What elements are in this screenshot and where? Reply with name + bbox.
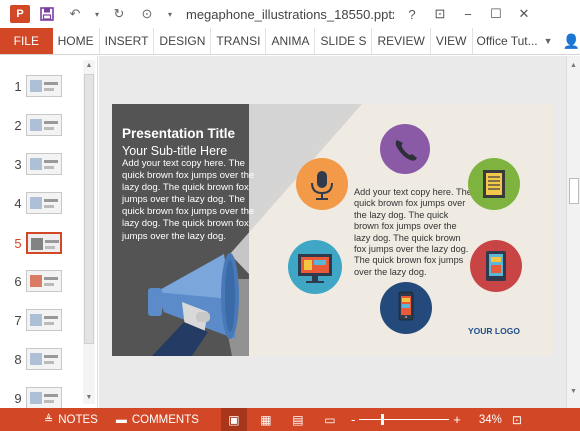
tab-insert[interactable]: INSERT (100, 28, 155, 54)
thumbnail-image (26, 192, 62, 214)
present-icon[interactable]: ⊙ (136, 3, 158, 25)
thumbnail-number: 4 (14, 196, 22, 211)
logo-text: YOUR LOGO (468, 326, 520, 336)
minimize-icon[interactable]: − (454, 0, 482, 28)
thumbnail-8[interactable]: 8 (0, 348, 84, 372)
thumbnail-number: 1 (14, 79, 22, 94)
tab-slide-show[interactable]: SLIDE S (315, 28, 373, 54)
zoom-level[interactable]: 34% (479, 414, 502, 426)
thumbnail-image (26, 387, 62, 408)
undo-icon[interactable]: ↶ (64, 3, 86, 25)
title-bar: P ↶ ▾ ↻ ⊙ ▾ megaphone_illustrations_1855… (0, 0, 580, 28)
scroll-up-icon[interactable]: ▲ (83, 60, 95, 72)
thumbnail-number: 2 (14, 118, 22, 133)
powerpoint-icon[interactable]: P (10, 5, 30, 23)
help-icon[interactable]: ? (398, 0, 426, 28)
thumbnail-2[interactable]: 2 (0, 114, 84, 138)
thumbnail-number: 6 (14, 274, 22, 289)
thumbnail-image (26, 348, 62, 370)
thumbnail-number: 5 (14, 236, 22, 251)
fit-slide-icon[interactable]: ⊡ (512, 413, 522, 427)
save-icon[interactable] (36, 3, 58, 25)
comments-button[interactable]: ▬ COMMENTS (116, 414, 199, 426)
normal-view-icon[interactable]: ▣ (220, 408, 247, 431)
customize-toolbar-icon[interactable]: ▾ (164, 3, 176, 25)
tab-home[interactable]: HOME (53, 28, 100, 54)
undo-dropdown-icon[interactable]: ▾ (92, 3, 102, 25)
thumbnail-9[interactable]: 9 (0, 387, 84, 408)
account-menu[interactable]: Office Tut... ▼ 👤 (477, 28, 580, 54)
canvas-scrollbar[interactable]: ▲ ▼ (566, 56, 580, 408)
restore-ribbon-icon[interactable]: ⊡ (426, 0, 454, 28)
zoom-slider-thumb[interactable] (381, 414, 385, 425)
document-title: megaphone_illustrations_18550.pptx - Pow… (186, 6, 394, 22)
tab-transitions[interactable]: TRANSI (211, 28, 267, 54)
scrollbar-thumb[interactable] (84, 74, 94, 344)
thumbnail-image (26, 232, 62, 254)
thumbnail-7[interactable]: 7 (0, 309, 84, 333)
thumbnail-scrollbar[interactable]: ▲ ▼ (83, 60, 95, 404)
ribbon-tabs: FILE HOME INSERT DESIGN TRANSI ANIMA SLI… (0, 28, 580, 55)
tab-design[interactable]: DESIGN (154, 28, 212, 54)
close-icon[interactable]: ✕ (510, 0, 538, 28)
zoom-out-button[interactable]: - (351, 412, 355, 427)
comment-icon: ▬ (115, 413, 127, 426)
current-slide[interactable]: Presentation Title Your Sub-title Here A… (112, 104, 554, 356)
maximize-icon[interactable]: ☐ (482, 0, 510, 28)
tab-view[interactable]: VIEW (431, 28, 473, 54)
account-name: Office Tut... (476, 34, 538, 48)
thumbnail-number: 7 (14, 313, 22, 328)
thumbnail-image (26, 309, 62, 331)
scroll-down-icon[interactable]: ▼ (83, 392, 95, 404)
thumbnail-number: 9 (14, 391, 22, 406)
notes-label: NOTES (58, 413, 98, 426)
zoom-in-button[interactable]: + (453, 412, 461, 427)
slide-thumbnail-pane: 1 2 3 4 5 6 7 8 9 ▲ ▼ (0, 56, 98, 408)
thumbnail-4[interactable]: 4 (0, 192, 84, 216)
thumbnail-image (26, 270, 62, 292)
megaphone-illustration (148, 253, 239, 356)
thumbnail-number: 3 (14, 157, 22, 172)
tab-animations[interactable]: ANIMA (266, 28, 316, 54)
thumbnail-1[interactable]: 1 (0, 75, 84, 99)
thumbnail-6[interactable]: 6 (0, 270, 84, 294)
tab-review[interactable]: REVIEW (372, 28, 431, 54)
scrollbar-thumb[interactable] (569, 178, 579, 204)
user-icon: 👤 (562, 32, 580, 49)
thumbnail-image (26, 114, 62, 136)
file-tab[interactable]: FILE (0, 28, 53, 54)
thumbnail-number: 8 (14, 352, 22, 367)
notes-icon: ≜ (44, 414, 54, 426)
thumbnail-image (26, 75, 62, 97)
status-bar: ≜ NOTES ▬ COMMENTS ▣ ▦ ▤ ▭ - + 34% ⊡ (0, 408, 580, 431)
thumbnail-5[interactable]: 5 (0, 232, 84, 256)
zoom-slider[interactable] (359, 414, 450, 425)
logo-placeholder: YOUR LOGO (468, 326, 520, 336)
thumbnail-image (26, 153, 62, 175)
reading-view-icon[interactable]: ▤ (285, 408, 311, 431)
chevron-down-icon: ▼ (543, 36, 553, 46)
redo-icon[interactable]: ↻ (108, 3, 130, 25)
slide-show-icon[interactable]: ▭ (317, 408, 343, 431)
comments-label: COMMENTS (131, 413, 199, 426)
scroll-down-icon[interactable]: ▼ (567, 386, 580, 398)
thumbnail-3[interactable]: 3 (0, 153, 84, 177)
slide-sorter-icon[interactable]: ▦ (253, 408, 279, 431)
scroll-up-icon[interactable]: ▲ (567, 60, 580, 72)
notes-button[interactable]: ≜ NOTES (44, 413, 98, 427)
